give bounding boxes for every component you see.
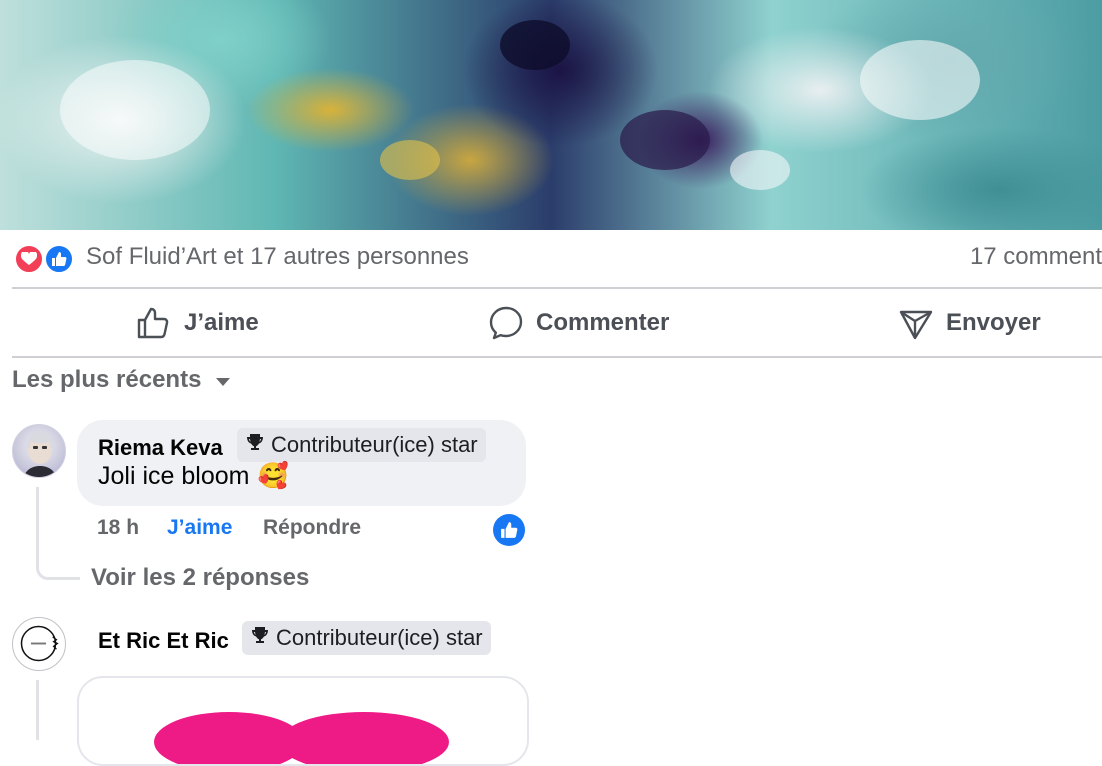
view-replies-link[interactable]: Voir les 2 réponses	[91, 564, 309, 592]
divider	[12, 287, 1102, 289]
badge-label: Contributeur(ice) star	[271, 432, 478, 457]
reactions-row: Sof Fluid’Art et 17 autres personnes 17 …	[12, 240, 1102, 276]
send-icon	[898, 305, 934, 341]
send-button-label: Envoyer	[946, 309, 1041, 336]
trophy-icon	[245, 432, 265, 458]
comment-author[interactable]: Riema Keva	[98, 435, 223, 461]
comment-reply-button[interactable]: Répondre	[263, 516, 361, 540]
post-actions: J’aime Commenter Envoyer	[12, 290, 1102, 356]
comment-sticker[interactable]	[77, 676, 529, 766]
like-reaction-icon	[44, 244, 74, 274]
love-reaction-icon	[14, 244, 44, 274]
avatar[interactable]	[12, 617, 66, 671]
reactions-summary[interactable]: Sof Fluid’Art et 17 autres personnes	[86, 243, 469, 271]
comment-like-reaction-icon[interactable]	[493, 514, 525, 546]
trophy-icon	[250, 625, 270, 651]
thread-connector	[36, 680, 39, 740]
comments-count[interactable]: 17 comment	[970, 243, 1102, 271]
comment-author[interactable]: Et Ric Et Ric	[98, 628, 229, 654]
thumbs-up-icon	[136, 305, 172, 341]
like-button[interactable]: J’aime	[136, 290, 259, 356]
thread-connector	[36, 487, 80, 580]
comment-like-button[interactable]: J’aime	[167, 516, 232, 540]
contributor-badge[interactable]: Contributeur(ice) star	[237, 428, 486, 462]
avatar[interactable]	[12, 424, 66, 478]
badge-label: Contributeur(ice) star	[276, 625, 483, 650]
comment-button[interactable]: Commenter	[488, 290, 669, 356]
smiling-face-hearts-emoji-icon: 🥰	[257, 462, 289, 490]
divider	[12, 356, 1102, 358]
post-image[interactable]	[0, 0, 1102, 230]
comment-text-body: Joli ice bloom	[98, 462, 250, 490]
comment-text: Joli ice bloom 🥰	[98, 462, 289, 491]
send-button[interactable]: Envoyer	[898, 290, 1041, 356]
sticker-graphic	[279, 712, 449, 764]
contributor-badge[interactable]: Contributeur(ice) star	[242, 621, 491, 655]
comment-bubble-icon	[488, 305, 524, 341]
like-button-label: J’aime	[184, 309, 259, 336]
comment-sort-dropdown[interactable]: Les plus récents	[12, 366, 231, 394]
comment-button-label: Commenter	[536, 309, 670, 336]
caret-down-icon	[215, 366, 231, 394]
sort-label: Les plus récents	[12, 366, 202, 393]
comment-time[interactable]: 18 h	[97, 516, 139, 540]
